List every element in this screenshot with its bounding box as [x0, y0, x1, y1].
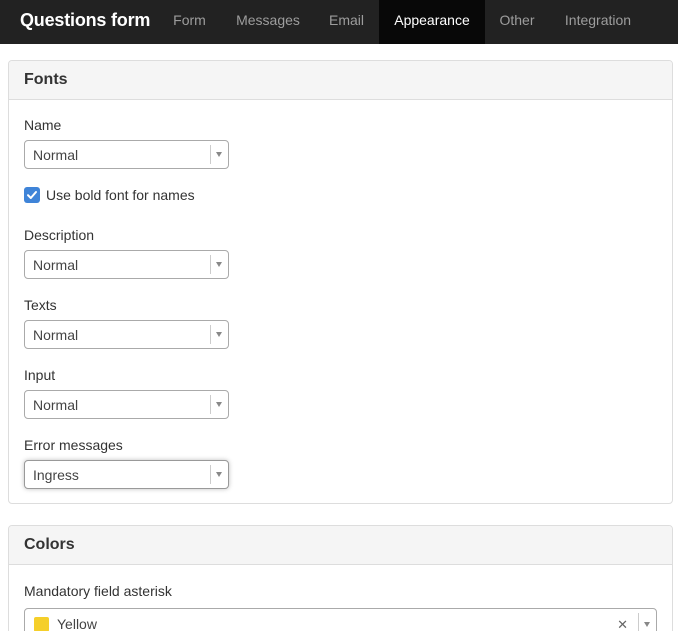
texts-font-label: Texts [24, 297, 57, 313]
input-font-select[interactable]: Normal [24, 390, 229, 419]
error-messages-font-label: Error messages [24, 437, 123, 453]
error-messages-font-value: Ingress [33, 467, 79, 483]
brand-title[interactable]: Questions form [20, 0, 150, 44]
description-font-value: Normal [33, 257, 79, 273]
name-font-label: Name [24, 117, 62, 133]
tab-form[interactable]: Form [159, 0, 220, 44]
check-icon [27, 191, 37, 199]
yellow-color-swatch [34, 617, 49, 631]
chevron-down-icon [210, 465, 228, 484]
fonts-panel-title: Fonts [9, 61, 672, 100]
name-font-value: Normal [33, 147, 79, 163]
description-font-label: Description [24, 227, 95, 243]
close-icon[interactable]: ✕ [617, 609, 628, 631]
texts-font-value: Normal [33, 327, 79, 343]
top-navbar: Questions form Form Messages Email Appea… [0, 0, 678, 44]
description-font-select[interactable]: Normal [24, 250, 229, 279]
chevron-down-icon [210, 325, 228, 344]
tab-appearance[interactable]: Appearance [379, 0, 485, 44]
bold-names-checkbox[interactable] [24, 187, 40, 203]
colors-panel-title: Colors [9, 526, 672, 565]
asterisk-color-label: Mandatory field asterisk [24, 583, 172, 599]
tab-other[interactable]: Other [487, 0, 547, 44]
name-font-select[interactable]: Normal [24, 140, 229, 169]
input-font-label: Input [24, 367, 56, 383]
tab-integration[interactable]: Integration [549, 0, 647, 44]
chevron-down-icon[interactable] [638, 613, 656, 631]
asterisk-color-value: Yellow [57, 616, 97, 631]
texts-font-select[interactable]: Normal [24, 320, 229, 349]
chevron-down-icon [210, 255, 228, 274]
chevron-down-icon [210, 395, 228, 414]
tab-email[interactable]: Email [316, 0, 377, 44]
bold-names-label[interactable]: Use bold font for names [46, 187, 195, 203]
asterisk-color-select[interactable]: Yellow ✕ [24, 608, 657, 631]
fonts-panel: Fonts Name Normal Use bold font for name… [8, 60, 673, 504]
chevron-down-icon [210, 145, 228, 164]
colors-panel: Colors Mandatory field asterisk Yellow ✕ [8, 525, 673, 631]
input-font-value: Normal [33, 397, 79, 413]
tab-messages[interactable]: Messages [222, 0, 314, 44]
error-messages-font-select[interactable]: Ingress [24, 460, 229, 489]
